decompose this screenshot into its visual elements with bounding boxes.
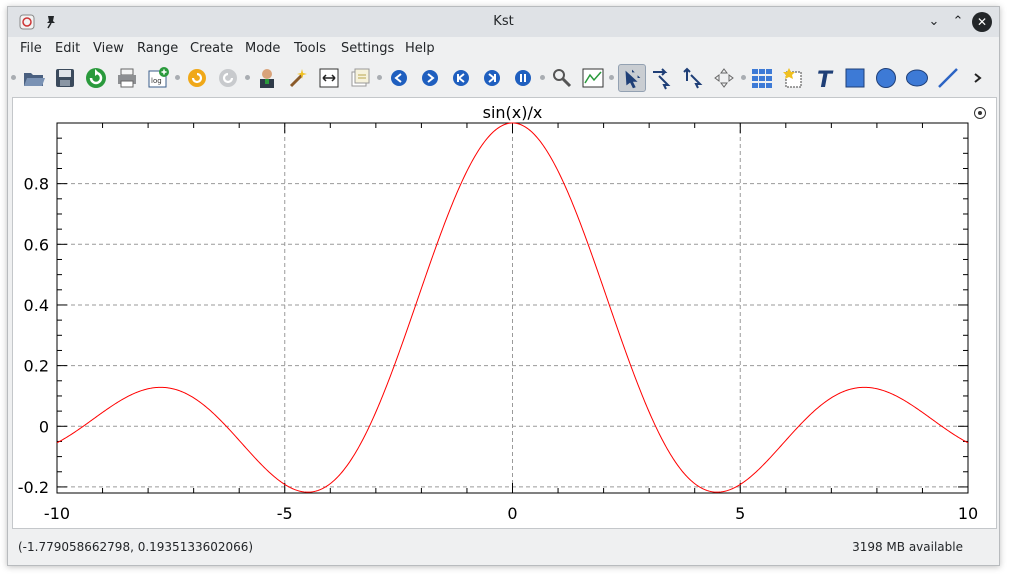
layout-mode-icon[interactable] <box>618 64 646 92</box>
zoom-to-fit-icon[interactable] <box>550 66 574 90</box>
chart-title: sin(x)/x <box>483 103 543 122</box>
x-tick-label: 0 <box>507 504 517 523</box>
back-step-icon[interactable] <box>449 66 473 90</box>
layout-grid-icon[interactable] <box>750 66 774 90</box>
data-wizard-icon[interactable] <box>286 66 310 90</box>
svg-text:T: T <box>817 68 834 90</box>
chevron-down-icon: ⌄ <box>928 14 940 29</box>
reload-icon[interactable] <box>84 66 108 90</box>
close-button[interactable]: ✕ <box>972 12 992 32</box>
y-tick-label: 0.6 <box>24 235 49 254</box>
label-icon[interactable] <box>781 66 805 90</box>
x-tick-labels: -10 -5 0 5 10 <box>44 504 978 523</box>
title-bar: Kst ⌄ ⌃ ✕ <box>8 7 999 37</box>
y-tick-label: 0.8 <box>24 175 49 194</box>
line-icon[interactable] <box>936 66 960 90</box>
toolbar-separator <box>11 75 16 80</box>
menu-range[interactable]: Range <box>137 41 178 56</box>
window-title: Kst <box>493 14 514 29</box>
menu-view[interactable]: View <box>93 41 124 56</box>
box-icon[interactable] <box>843 66 867 90</box>
menu-mode[interactable]: Mode <box>245 41 280 56</box>
more-icon[interactable] <box>970 66 986 90</box>
x-tick-label: -5 <box>277 504 293 523</box>
forward-icon[interactable] <box>418 66 442 90</box>
menu-help[interactable]: Help <box>405 41 435 56</box>
undo-icon[interactable] <box>185 66 209 90</box>
y-tick-label: 0.4 <box>24 296 49 315</box>
status-bar: (-1.779058662798, 0.1935133602066) 3198 … <box>8 535 999 561</box>
toolbar-separator <box>609 75 614 80</box>
x-tick-label: -10 <box>44 504 70 523</box>
x-tick-label: 5 <box>735 504 745 523</box>
plot-area[interactable]: -10 -5 0 5 10 -0.2 0 0.2 0.4 0.6 0.8 sin(x)/x <box>12 97 997 529</box>
export-log-icon[interactable]: log <box>146 66 170 90</box>
cursor-coordinates: (-1.779058662798, 0.1935133602066) <box>18 540 254 554</box>
pause-icon[interactable] <box>511 66 535 90</box>
plot-wizard-icon[interactable] <box>581 66 605 90</box>
toolbar-separator <box>377 75 382 80</box>
memory-status: 3198 MB available <box>852 540 963 554</box>
menu-bar: File Edit View Range Create Mode Tools S… <box>8 39 999 61</box>
toolbar-separator <box>245 75 250 80</box>
save-icon[interactable] <box>53 66 77 90</box>
text-icon[interactable]: T <box>812 66 836 90</box>
y-tick-labels: -0.2 0 0.2 0.4 0.6 0.8 <box>18 175 49 497</box>
main-window: Kst ⌄ ⌃ ✕ File Edit View Range Create Mo… <box>7 6 1000 566</box>
change-range-icon[interactable] <box>317 66 341 90</box>
close-icon: ✕ <box>976 15 988 29</box>
toolbar-separator <box>175 75 180 80</box>
redo-icon[interactable] <box>216 66 240 90</box>
toolbar-separator <box>741 75 746 80</box>
menu-edit[interactable]: Edit <box>55 41 80 56</box>
back-icon[interactable] <box>387 66 411 90</box>
menu-settings[interactable]: Settings <box>341 41 394 56</box>
open-icon[interactable] <box>22 66 46 90</box>
menu-tools[interactable]: Tools <box>294 41 326 56</box>
zoom-mode-icon[interactable] <box>650 66 674 90</box>
print-icon[interactable] <box>115 66 139 90</box>
pan-mode-icon[interactable] <box>712 66 736 90</box>
x-tick-label: 10 <box>958 504 978 523</box>
y-tick-label: 0 <box>39 417 49 436</box>
grid <box>57 123 968 493</box>
plot-menu-icon[interactable] <box>974 107 986 119</box>
maximize-button[interactable]: ⌃ <box>948 12 968 32</box>
menu-file[interactable]: File <box>20 41 42 56</box>
menu-create[interactable]: Create <box>190 41 233 56</box>
circle-icon[interactable] <box>874 66 898 90</box>
svg-text:log: log <box>151 77 162 85</box>
sinc-chart[interactable]: -10 -5 0 5 10 -0.2 0 0.2 0.4 0.6 0.8 sin(x)/x <box>13 98 996 528</box>
chevron-up-icon: ⌃ <box>952 14 964 29</box>
minimize-button[interactable]: ⌄ <box>924 12 944 32</box>
toolbar-separator <box>540 75 545 80</box>
edit-multiple-icon[interactable] <box>348 66 372 90</box>
y-tick-label: 0.2 <box>24 357 49 376</box>
forward-step-icon[interactable] <box>480 66 504 90</box>
data-manager-icon[interactable] <box>255 66 279 90</box>
ellipse-icon[interactable] <box>905 66 929 90</box>
toolbar: log T <box>8 63 999 93</box>
pick-mode-icon[interactable] <box>681 66 705 90</box>
y-tick-label: -0.2 <box>18 478 49 497</box>
